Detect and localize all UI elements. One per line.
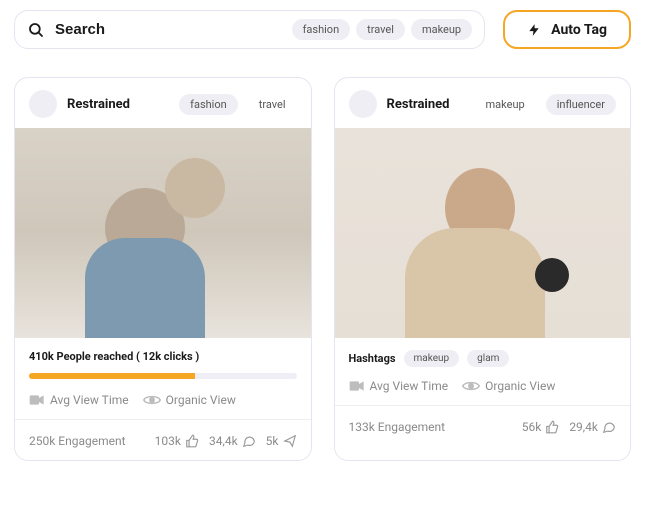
hashtag-chip[interactable]: glam xyxy=(467,350,509,367)
likes-count: 103k xyxy=(155,434,181,448)
content-card: Restrained makeup influencer Hashtags ma… xyxy=(334,77,632,461)
eye-icon xyxy=(143,394,161,406)
reach-text: 410k People reached ( 12k clicks ) xyxy=(15,338,311,365)
search-input[interactable] xyxy=(55,21,282,38)
tag-chip[interactable]: makeup xyxy=(475,94,536,115)
likes-stat[interactable]: 56k xyxy=(522,420,560,434)
divider xyxy=(15,419,311,420)
username[interactable]: Restrained xyxy=(67,97,169,112)
engagement-text: 133k Engagement xyxy=(349,420,512,434)
tag-chip[interactable]: influencer xyxy=(546,94,616,115)
username[interactable]: Restrained xyxy=(387,97,465,112)
auto-tag-label: Auto Tag xyxy=(551,22,607,38)
search-chip[interactable]: makeup xyxy=(411,19,472,40)
eye-icon xyxy=(462,380,480,392)
comments-stat[interactable]: 29,4k xyxy=(569,420,616,434)
search-bar[interactable]: fashion travel makeup xyxy=(14,10,485,49)
comments-count: 34,4k xyxy=(209,434,238,448)
tag-chip[interactable]: fashion xyxy=(179,94,238,115)
reach-progress xyxy=(29,373,297,379)
organic-view-label: Organic View xyxy=(166,393,236,407)
search-chips: fashion travel makeup xyxy=(292,19,473,40)
search-chip[interactable]: travel xyxy=(356,19,405,40)
organic-view-label: Organic View xyxy=(485,379,555,393)
card-header: Restrained makeup influencer xyxy=(335,78,631,128)
post-image[interactable] xyxy=(335,128,631,338)
post-image[interactable] xyxy=(15,128,311,338)
lightning-icon xyxy=(527,21,541,39)
card-header: Restrained fashion travel xyxy=(15,78,311,128)
stats-row: 133k Engagement 56k 29,4k xyxy=(335,412,631,446)
comments-stat[interactable]: 34,4k xyxy=(209,434,256,448)
thumbs-up-icon xyxy=(185,434,199,448)
hashtags-row: Hashtags makeup glam xyxy=(335,338,631,373)
tag-chip[interactable]: travel xyxy=(248,94,297,115)
shares-count: 5k xyxy=(266,434,279,448)
avatar[interactable] xyxy=(29,90,57,118)
content-card: Restrained fashion travel 410k People re… xyxy=(14,77,312,461)
likes-count: 56k xyxy=(522,420,542,434)
search-icon xyxy=(27,21,45,39)
video-icon xyxy=(29,394,45,406)
auto-tag-button[interactable]: Auto Tag xyxy=(503,10,631,49)
divider xyxy=(335,405,631,406)
avg-view-label: Avg View Time xyxy=(50,393,129,407)
comments-count: 29,4k xyxy=(569,420,598,434)
hashtags-label: Hashtags xyxy=(349,352,396,365)
video-icon xyxy=(349,380,365,392)
thumbs-up-icon xyxy=(545,420,559,434)
comment-icon xyxy=(242,434,256,448)
hashtag-chip[interactable]: makeup xyxy=(404,350,460,367)
stats-row: 250k Engagement 103k 34,4k 5k xyxy=(15,426,311,460)
metrics-row: Avg View Time Organic View xyxy=(335,373,631,399)
search-chip[interactable]: fashion xyxy=(292,19,351,40)
shares-stat[interactable]: 5k xyxy=(266,434,297,448)
avg-view-label: Avg View Time xyxy=(370,379,449,393)
likes-stat[interactable]: 103k xyxy=(155,434,199,448)
metrics-row: Avg View Time Organic View xyxy=(15,383,311,413)
comment-icon xyxy=(602,420,616,434)
share-icon xyxy=(283,434,297,448)
engagement-text: 250k Engagement xyxy=(29,434,145,448)
avatar[interactable] xyxy=(349,90,377,118)
